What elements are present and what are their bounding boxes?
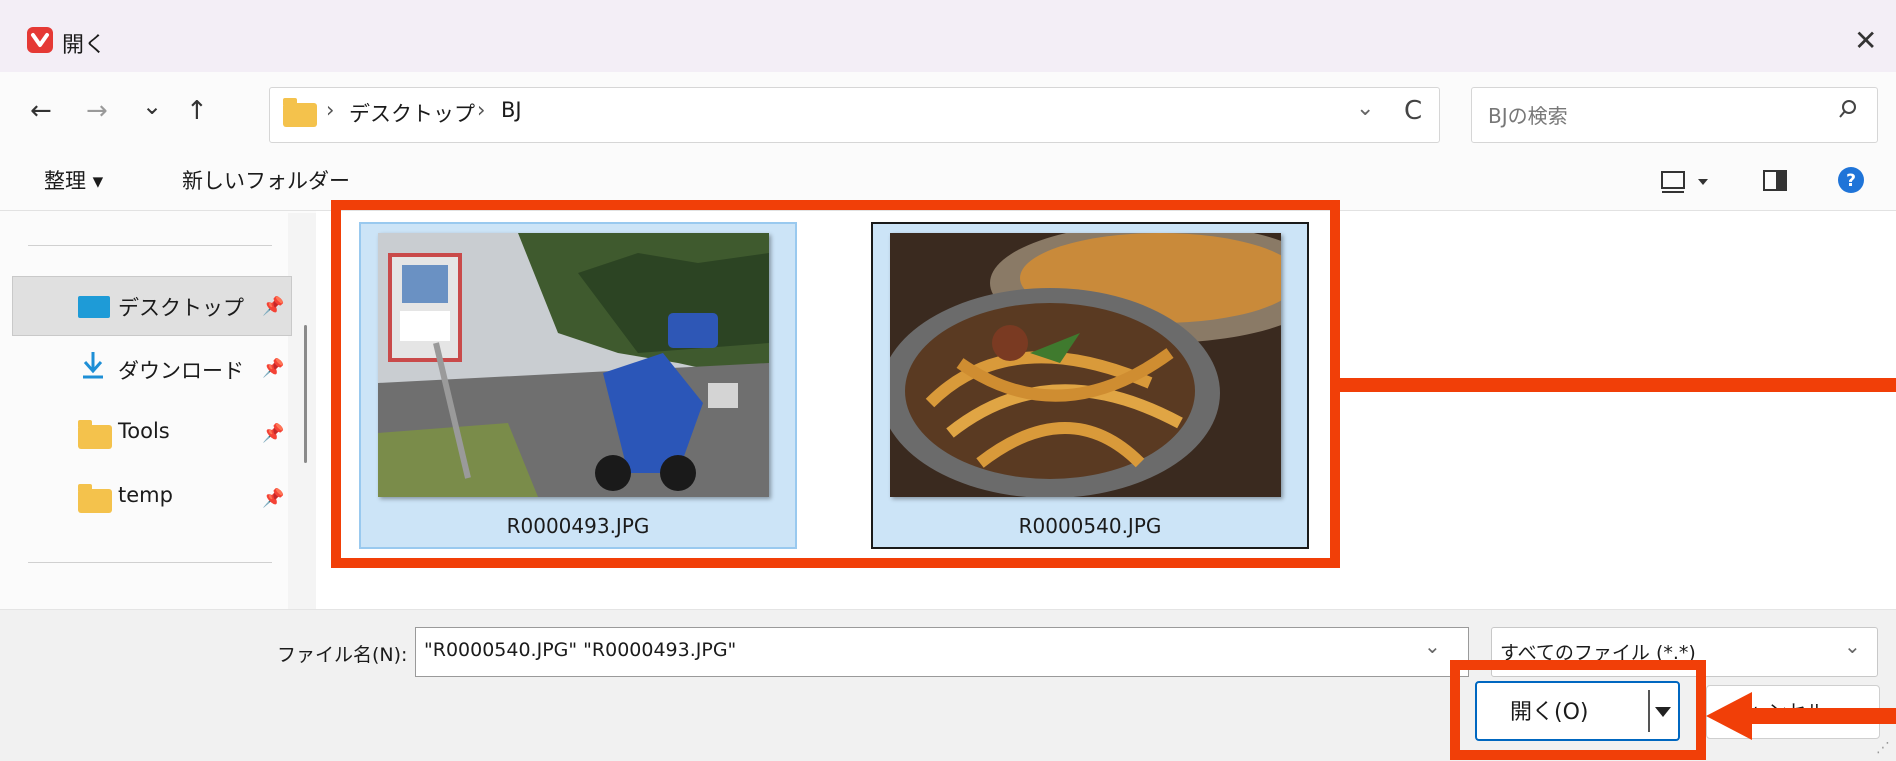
pin-icon: 📌	[262, 488, 285, 509]
preview-pane-icon[interactable]	[1762, 169, 1788, 197]
search-icon[interactable]	[1836, 98, 1858, 124]
filename-value: "R0000540.JPG" "R0000493.JPG"	[424, 639, 737, 661]
sidebar-item-label: temp	[118, 483, 173, 507]
help-icon[interactable]: ?	[1837, 166, 1865, 198]
sidebar-scrollbar-thumb[interactable]	[304, 325, 307, 463]
app-icon	[27, 27, 53, 53]
sidebar-divider	[28, 562, 272, 563]
highlight-open-button	[1450, 660, 1706, 760]
breadcrumb-item-bj[interactable]: BJ	[501, 98, 522, 122]
sidebar-divider	[28, 245, 272, 246]
annotation-line	[1340, 378, 1896, 392]
sidebar-item-label: ダウンロード	[118, 359, 244, 383]
filename-dropdown-icon[interactable]: ⌄	[1424, 634, 1441, 658]
back-arrow-icon[interactable]: ←	[30, 96, 52, 126]
download-icon	[80, 350, 106, 384]
folder-icon	[283, 98, 317, 127]
view-mode-icon[interactable]	[1660, 167, 1716, 201]
folder-icon	[78, 484, 112, 513]
new-folder-button[interactable]: 新しいフォルダー	[182, 165, 350, 195]
forward-arrow-icon[interactable]: →	[86, 96, 108, 126]
organize-button[interactable]: 整理 ▾	[44, 165, 103, 195]
recent-locations-icon[interactable]: ⌄	[142, 92, 162, 120]
breadcrumb-separator: ›	[326, 98, 335, 122]
filename-label: ファイル名(N):	[277, 644, 408, 666]
up-arrow-icon[interactable]: ↑	[186, 96, 208, 126]
search-placeholder: BJの検索	[1488, 104, 1568, 128]
highlight-selected-files	[331, 200, 1340, 568]
address-dropdown-icon[interactable]: ⌄	[1356, 96, 1374, 121]
breadcrumb-separator: ›	[477, 98, 486, 122]
sidebar-scrollbar-track	[288, 213, 318, 609]
window-title: 開く	[62, 33, 107, 58]
svg-text:?: ?	[1846, 171, 1856, 191]
sidebar-item-label: Tools	[118, 419, 170, 443]
pin-icon: 📌	[262, 296, 285, 317]
annotation-arrow	[1706, 688, 1896, 748]
close-icon[interactable]: ✕	[1854, 24, 1877, 57]
sidebar-item-label: デスクトップ	[118, 296, 244, 320]
title-bar	[0, 0, 1896, 73]
filetype-dropdown-icon[interactable]: ⌄	[1844, 634, 1861, 658]
pin-icon: 📌	[262, 423, 285, 444]
breadcrumb-item-desktop[interactable]: デスクトップ	[349, 98, 475, 128]
pin-icon: 📌	[262, 358, 285, 379]
refresh-icon[interactable]: C	[1404, 96, 1422, 126]
desktop-icon	[78, 296, 110, 318]
folder-icon	[78, 420, 112, 449]
